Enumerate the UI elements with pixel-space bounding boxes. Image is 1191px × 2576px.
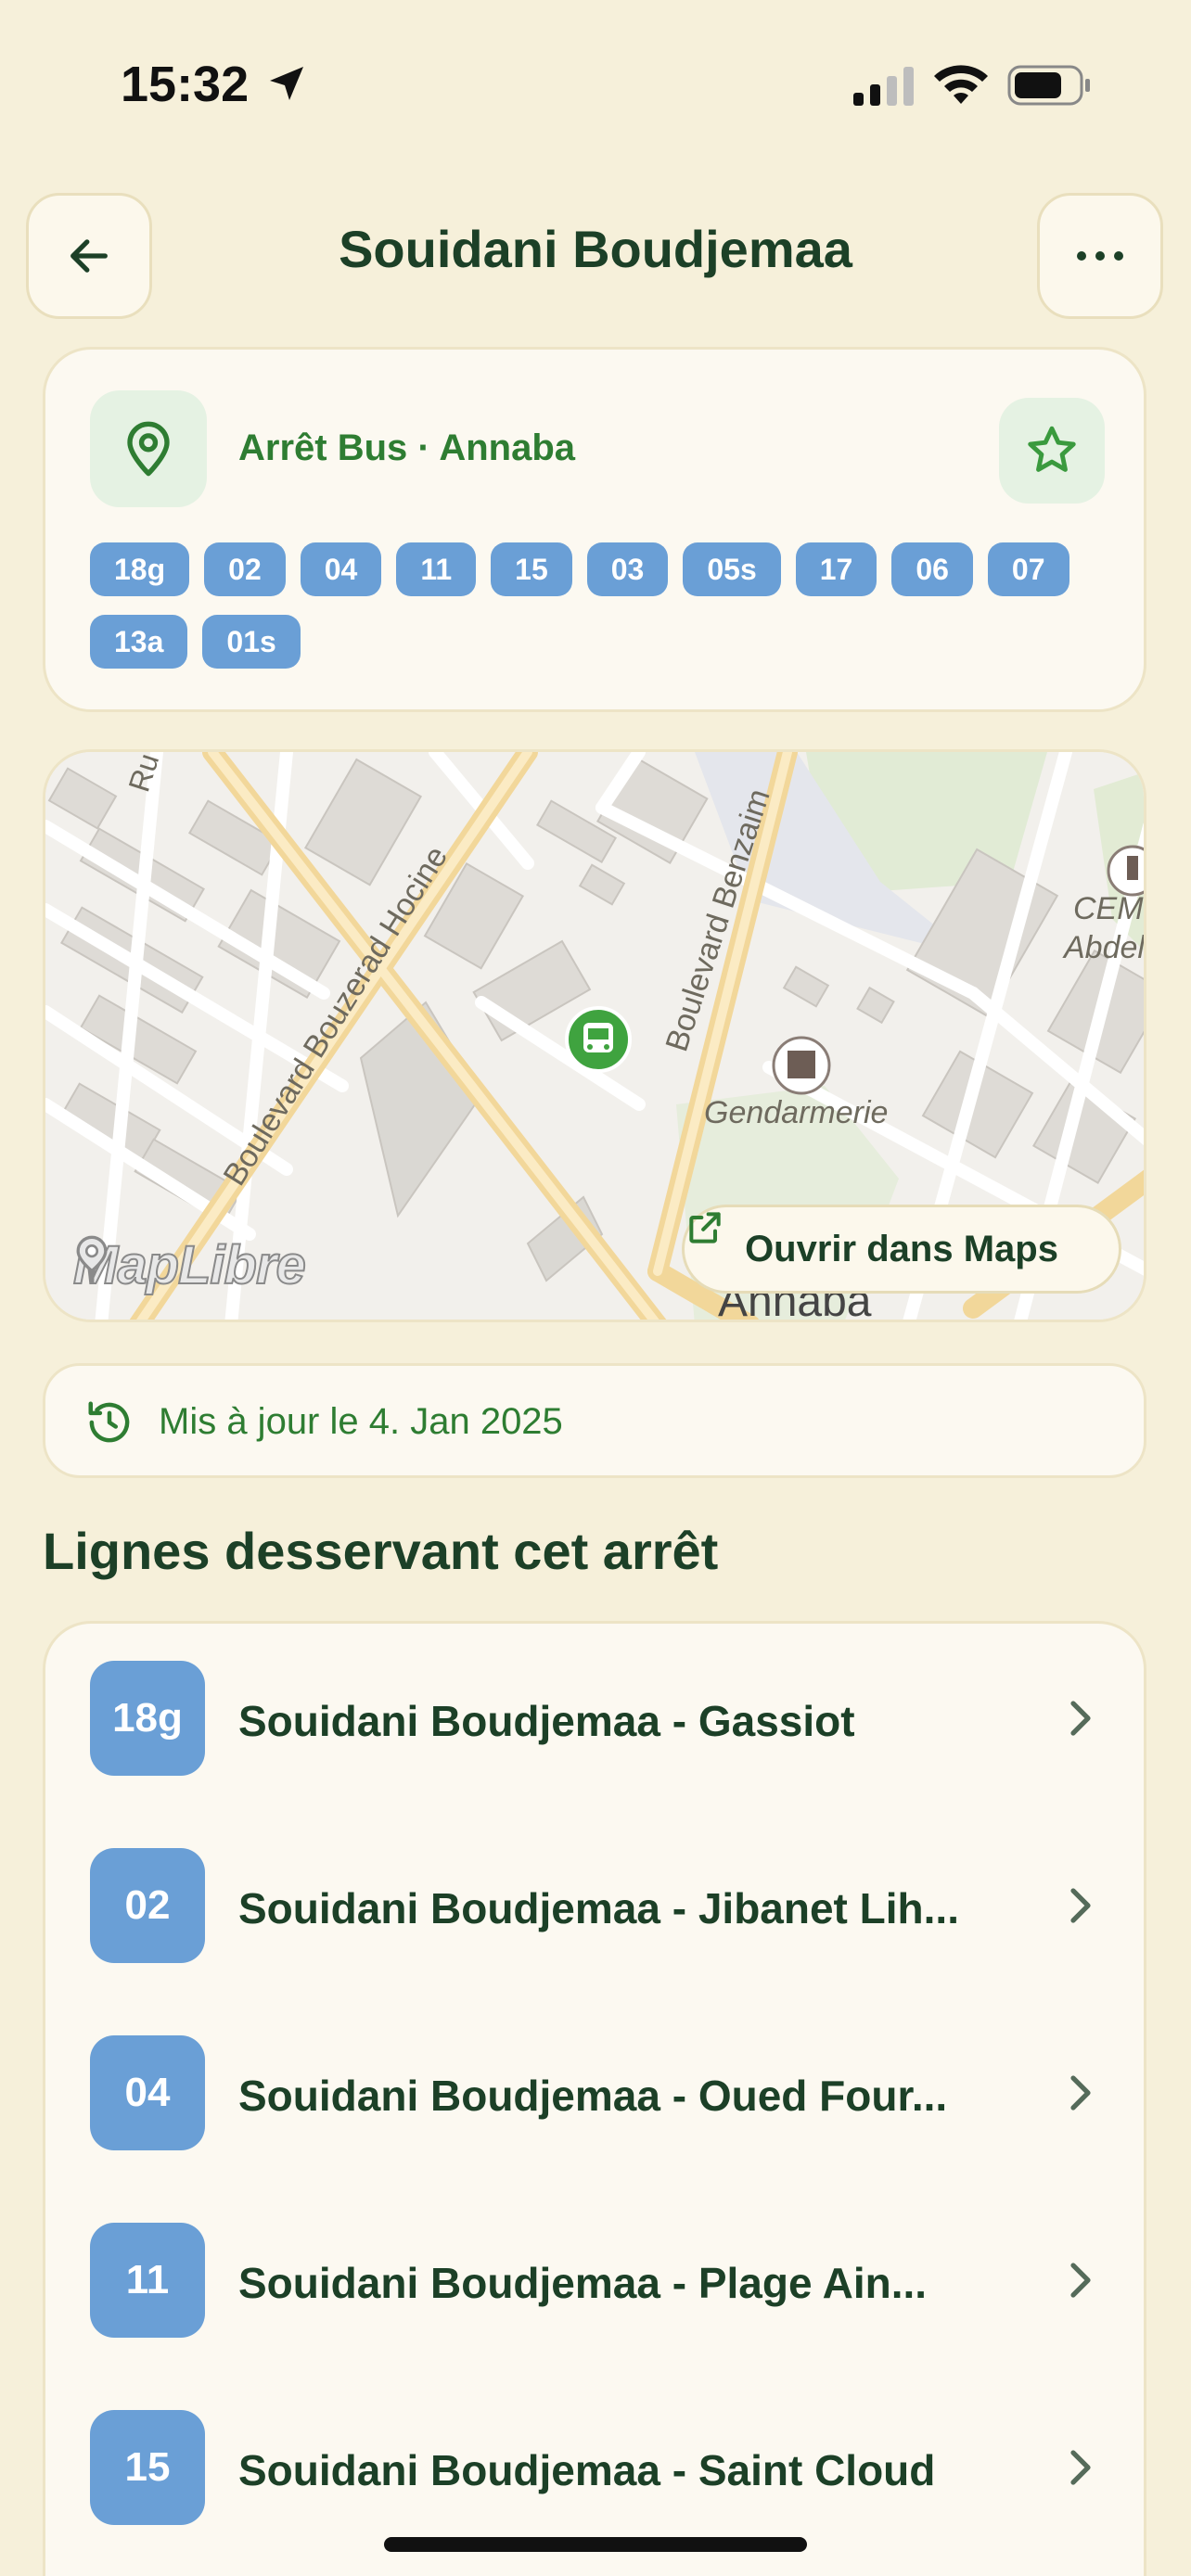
favorite-button[interactable] [999,398,1105,504]
lines-section-title: Lignes desservant cet arrêt [43,1522,719,1580]
last-updated-card: Mis à jour le 4. Jan 2025 [43,1363,1146,1478]
location-pin-badge [90,390,207,507]
map-poi-label: Abdel [1062,930,1146,965]
history-icon [88,1401,130,1443]
last-updated-text: Mis à jour le 4. Jan 2025 [159,1401,563,1442]
line-name: Souidani Boudjemaa - Gassiot [238,1697,855,1745]
stop-info-card: Arrêt Bus · Annaba 18g 02 04 11 15 03 05… [43,347,1146,712]
status-time: 15:32 [121,57,250,112]
star-icon [1028,426,1076,472]
route-chip[interactable]: 18g [90,542,190,596]
map-view[interactable]: Boulevard Bouzerad Hocine Boulevard Benz… [43,749,1146,1322]
line-name: Souidani Boudjemaa - Jibanet Lih... [238,1884,959,1932]
external-link-icon [689,1212,721,1243]
line-badge: 04 [90,2035,205,2150]
chevron-right-icon [1070,2450,1091,2485]
line-row-11[interactable]: 11 Souidani Boudjemaa - Plage Ain... [45,2186,1144,2371]
ellipsis-icon [1077,251,1123,261]
line-name: Souidani Boudjemaa - Oued Four... [238,2072,948,2120]
maplibre-attribution[interactable]: MapLibre [72,1234,307,1296]
chevron-right-icon [1070,1888,1091,1923]
location-arrow-icon [270,67,303,100]
wifi-icon [934,65,988,104]
route-chip[interactable]: 13a [90,615,188,669]
line-row-02[interactable]: 02 Souidani Boudjemaa - Jibanet Lih... [45,1811,1144,1996]
line-badge: 02 [90,1848,205,1963]
route-chip[interactable]: 02 [204,542,286,596]
stop-type-label: Arrêt Bus · Annaba [238,427,576,468]
line-row-18g[interactable]: 18g Souidani Boudjemaa - Gassiot [45,1624,1144,1809]
map-poi-label: CEM [1073,891,1144,926]
arrow-left-icon [70,239,108,273]
line-name: Souidani Boudjemaa - Plage Ain... [238,2259,928,2307]
more-options-button[interactable] [1037,193,1163,319]
maplibre-logo-icon [76,1235,108,1283]
route-chip[interactable]: 06 [891,542,973,596]
status-bar: 15:32 [0,0,1191,167]
route-chip[interactable]: 11 [396,542,477,596]
line-row-04[interactable]: 04 Souidani Boudjemaa - Oued Four... [45,1998,1144,2184]
route-chip[interactable]: 17 [795,542,877,596]
route-chip[interactable]: 04 [300,542,382,596]
route-chip[interactable]: 03 [586,542,669,596]
route-chip[interactable]: 01s [202,615,301,669]
line-name: Souidani Boudjemaa - Saint Cloud [238,2446,936,2494]
line-badge: 11 [90,2223,205,2338]
page-title: Souidani Boudjemaa [339,220,852,278]
home-indicator[interactable] [384,2537,807,2552]
map-pin-icon [127,421,170,477]
lines-list: 18g Souidani Boudjemaa - Gassiot 02 Soui… [43,1621,1146,2576]
map-poi-label: Gendarmerie [704,1095,888,1130]
chevron-right-icon [1070,2075,1091,2111]
line-badge: 15 [90,2410,205,2525]
cellular-signal-icon [853,67,914,106]
chevron-right-icon [1070,2263,1091,2298]
chevron-right-icon [1070,1701,1091,1736]
route-chips: 18g 02 04 11 15 03 05s 17 06 07 13a 01s [90,542,1110,669]
back-button[interactable] [26,193,152,319]
route-chip[interactable]: 07 [987,542,1069,596]
battery-icon [1007,65,1090,106]
open-in-maps-button[interactable]: Ouvrir dans Maps [682,1205,1121,1294]
route-chip[interactable]: 15 [491,542,572,596]
open-in-maps-label: Ouvrir dans Maps [745,1228,1058,1269]
line-badge: 18g [90,1661,205,1776]
route-chip[interactable]: 05s [683,542,781,596]
line-row-15[interactable]: 15 Souidani Boudjemaa - Saint Cloud [45,2373,1144,2558]
